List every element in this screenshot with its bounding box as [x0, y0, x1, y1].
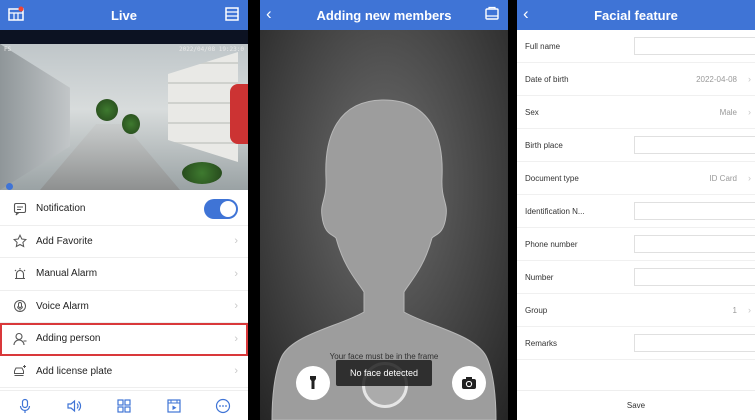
live-topbar: Live [0, 0, 248, 30]
live-menu: Notification Add Favorite › Manual Alarm… [0, 193, 248, 388]
page-title: Live [110, 7, 137, 23]
chevron-right-icon: › [748, 74, 751, 84]
field-label: Identification N... [525, 206, 585, 216]
number-input[interactable] [634, 268, 755, 286]
menu-item-manual-alarm[interactable]: Manual Alarm › [0, 258, 248, 291]
chevron-right-icon: › [234, 235, 238, 248]
menu-item-voice-alarm[interactable]: Voice Alarm › [0, 291, 248, 323]
field-number: Number [517, 261, 755, 294]
group-value[interactable]: 1 [733, 306, 737, 315]
chevron-right-icon: › [234, 332, 238, 345]
video-overlay-left: FS [4, 46, 12, 53]
birth-place-input[interactable] [634, 136, 755, 154]
switch-camera-button[interactable] [452, 366, 486, 400]
menu-item-add-license-plate[interactable]: Add license plate › [0, 356, 248, 388]
field-remarks: Remarks [517, 327, 755, 360]
facial-topbar: ‹ Facial feature [517, 0, 755, 30]
facial-feature-screen: ‹ Facial feature Full name Date of birth… [517, 0, 755, 420]
identification-number-input[interactable] [634, 202, 755, 220]
flashlight-button[interactable] [296, 366, 330, 400]
notification-toggle[interactable] [204, 199, 238, 219]
member-form: Full name Date of birth 2022-04-08 › Sex… [517, 30, 755, 360]
field-identification-number: Identification N... [517, 195, 755, 228]
field-sex[interactable]: Sex Male › [517, 96, 755, 129]
album-icon[interactable] [484, 6, 500, 25]
switch-camera-icon [461, 376, 477, 390]
field-label: Date of birth [525, 74, 569, 84]
menu-item-label: Voice Alarm [36, 300, 89, 312]
star-icon [12, 233, 28, 249]
live-screen: Live FS 2022/04/08 19:23:0 Notification … [0, 0, 248, 420]
calendar-icon[interactable] [224, 6, 240, 25]
camera-feed[interactable]: FS 2022/04/08 19:23:0 [0, 44, 248, 190]
field-label: Full name [525, 41, 561, 51]
document-type-value[interactable]: ID Card [709, 174, 737, 183]
field-label: Number [525, 272, 554, 282]
date-of-birth-value[interactable]: 2022-04-08 [696, 75, 737, 84]
field-document-type[interactable]: Document type ID Card › [517, 162, 755, 195]
field-label: Birth place [525, 140, 563, 150]
menu-item-label: Add Favorite [36, 235, 93, 247]
field-label: Phone number [525, 239, 578, 249]
remarks-input[interactable] [634, 334, 755, 352]
more-icon[interactable] [215, 398, 231, 414]
chevron-right-icon: › [748, 305, 751, 315]
live-video[interactable]: FS 2022/04/08 19:23:0 [0, 30, 248, 190]
speaker-icon[interactable] [66, 398, 82, 414]
person-icon [12, 331, 28, 347]
notification-icon [12, 201, 28, 217]
video-timestamp: 2022/04/08 19:23:0 [178, 46, 244, 53]
back-chevron-icon[interactable]: ‹ [523, 4, 529, 24]
field-date-of-birth[interactable]: Date of birth 2022-04-08 › [517, 63, 755, 96]
detection-status: No face detected [336, 360, 432, 386]
field-label: Group [525, 305, 548, 315]
field-label: Sex [525, 107, 539, 117]
capture-screen: ‹ Adding new members Your face must be i… [260, 0, 508, 420]
field-label: Remarks [525, 338, 558, 348]
chevron-right-icon: › [234, 300, 238, 313]
grid-icon[interactable] [116, 398, 132, 414]
page-title: Adding new members [316, 7, 452, 23]
menu-item-label: Manual Alarm [36, 268, 98, 280]
chevron-right-icon: › [748, 173, 751, 183]
full-name-input[interactable] [634, 37, 755, 55]
menu-item-label: Adding person [36, 333, 101, 345]
alarm-icon [12, 266, 28, 282]
flashlight-icon [306, 375, 320, 391]
field-group[interactable]: Group 1 › [517, 294, 755, 327]
menu-item-adding-person[interactable]: Adding person › [0, 323, 248, 356]
video-progress-dot[interactable] [6, 183, 13, 190]
menu-item-notification[interactable]: Notification [0, 193, 248, 226]
sex-value[interactable]: Male [720, 108, 737, 117]
save-button[interactable]: Save [517, 390, 755, 420]
chevron-right-icon: › [234, 365, 238, 378]
field-birth-place: Birth place [517, 129, 755, 162]
back-chevron-icon[interactable]: ‹ [266, 4, 272, 24]
car-icon [12, 363, 28, 379]
chevron-right-icon: › [234, 267, 238, 280]
live-bottom-toolbar [0, 390, 248, 420]
menu-item-label: Add license plate [36, 365, 113, 377]
field-full-name: Full name [517, 30, 755, 63]
capture-topbar: ‹ Adding new members [260, 0, 508, 30]
field-label: Document type [525, 173, 579, 183]
field-phone-number: Phone number [517, 228, 755, 261]
microphone-icon[interactable] [17, 398, 33, 414]
device-list-icon[interactable] [8, 6, 24, 25]
menu-item-label: Notification [36, 203, 86, 215]
menu-item-add-favorite[interactable]: Add Favorite › [0, 226, 248, 258]
chevron-right-icon: › [748, 107, 751, 117]
playback-icon[interactable] [166, 398, 182, 414]
voice-alarm-icon [12, 298, 28, 314]
phone-number-input[interactable] [634, 235, 755, 253]
page-title: Facial feature [594, 7, 678, 23]
